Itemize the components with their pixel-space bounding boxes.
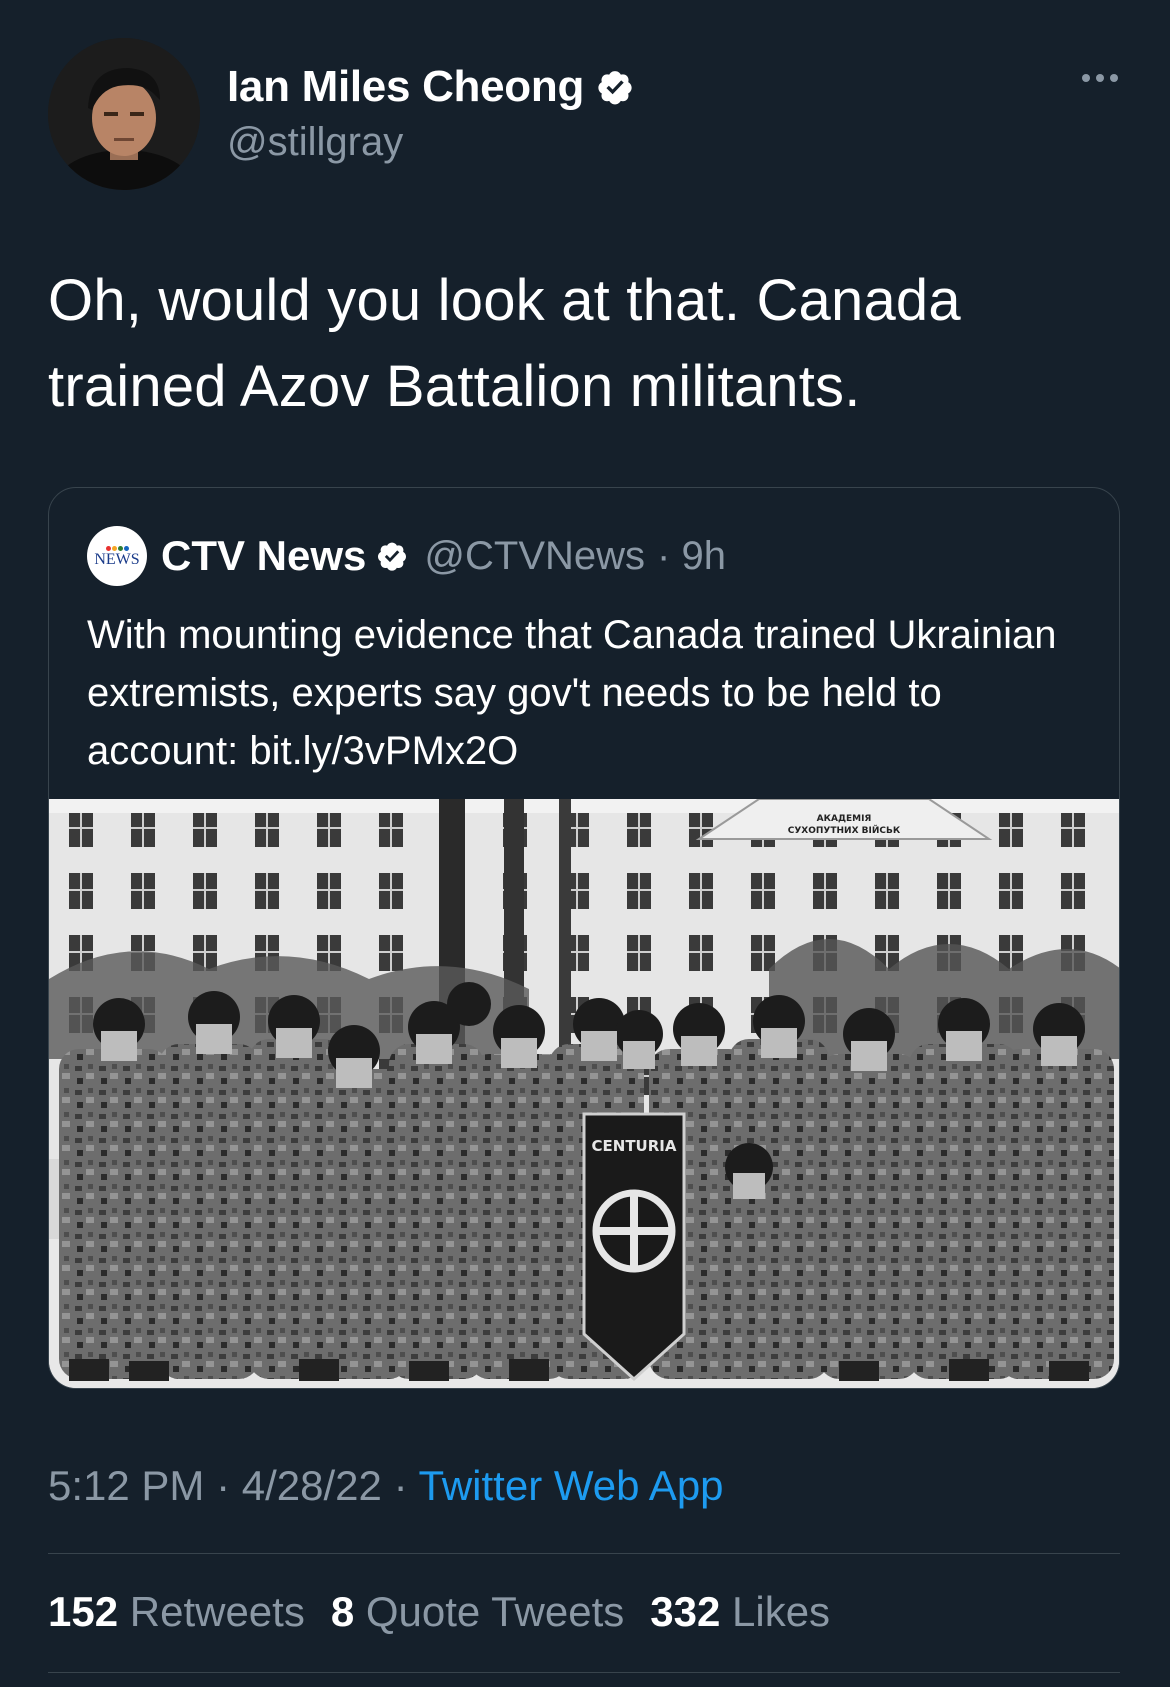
separator-dot: · — [216, 1462, 231, 1509]
likes-stat[interactable]: 332 Likes — [650, 1588, 830, 1636]
source-app-link[interactable]: Twitter Web App — [419, 1462, 724, 1509]
divider — [48, 1672, 1120, 1673]
separator-dot: · — [393, 1462, 408, 1509]
ctv-news-avatar[interactable]: NEWS — [87, 526, 147, 586]
quoted-display-name[interactable]: CTV News — [161, 532, 366, 580]
author-name-row: Ian Miles Cheong — [227, 62, 634, 112]
tweet-text: Oh, would you look at that. Canada train… — [48, 268, 961, 419]
quoted-tweet-text: With mounting evidence that Canada train… — [87, 613, 1057, 773]
quotes-count: 8 — [330, 1588, 355, 1635]
tweet-time[interactable]: 5:12 PM — [48, 1462, 204, 1509]
banner-text: CENTURIA — [592, 1137, 677, 1155]
quoted-tweet-card[interactable]: NEWS CTV News @CTVNews · 9h With mountin… — [48, 487, 1120, 1389]
quotes-label: Quote Tweets — [365, 1588, 625, 1635]
ctv-avatar-label: NEWS — [94, 550, 140, 568]
verified-badge-icon — [596, 68, 634, 106]
profile-photo — [48, 38, 200, 190]
dot — [1082, 74, 1090, 82]
likes-count: 332 — [650, 1588, 721, 1635]
quoted-time: · 9h — [657, 533, 726, 578]
group-photo-image: АКАДЕМІЯ СУХОПУТНИХ ВІЙСЬК CENTURIA — [49, 799, 1119, 1388]
tweet-date[interactable]: 4/28/22 — [242, 1462, 382, 1509]
building-sign-line2: СУХОПУТНИХ ВІЙСЬК — [788, 824, 901, 836]
ctv-logo-icon — [105, 545, 129, 551]
retweets-count: 152 — [48, 1588, 119, 1635]
quoted-tweet-header: NEWS CTV News @CTVNews · 9h — [87, 526, 726, 586]
quote-tweets-stat[interactable]: 8 Quote Tweets — [331, 1588, 624, 1636]
author-handle[interactable]: @stillgray — [227, 120, 403, 165]
tweet-timestamp-row: 5:12 PM · 4/28/22 · Twitter Web App — [48, 1462, 724, 1510]
author-display-name[interactable]: Ian Miles Cheong — [227, 62, 584, 112]
tweet-stats: 152 Retweets 8 Quote Tweets 332 Likes — [48, 1588, 830, 1636]
likes-label: Likes — [732, 1588, 831, 1635]
dot — [1096, 74, 1104, 82]
more-options-icon[interactable] — [1082, 74, 1118, 82]
retweets-label: Retweets — [129, 1588, 305, 1635]
divider — [48, 1553, 1120, 1554]
dot — [1110, 74, 1118, 82]
quoted-handle[interactable]: @CTVNews — [424, 534, 645, 579]
author-avatar[interactable] — [48, 38, 200, 190]
verified-badge-icon — [376, 540, 408, 572]
quoted-tweet-photo[interactable]: АКАДЕМІЯ СУХОПУТНИХ ВІЙСЬК CENTURIA — [49, 799, 1119, 1388]
retweets-stat[interactable]: 152 Retweets — [48, 1588, 305, 1636]
building-sign-line1: АКАДЕМІЯ — [817, 814, 872, 824]
